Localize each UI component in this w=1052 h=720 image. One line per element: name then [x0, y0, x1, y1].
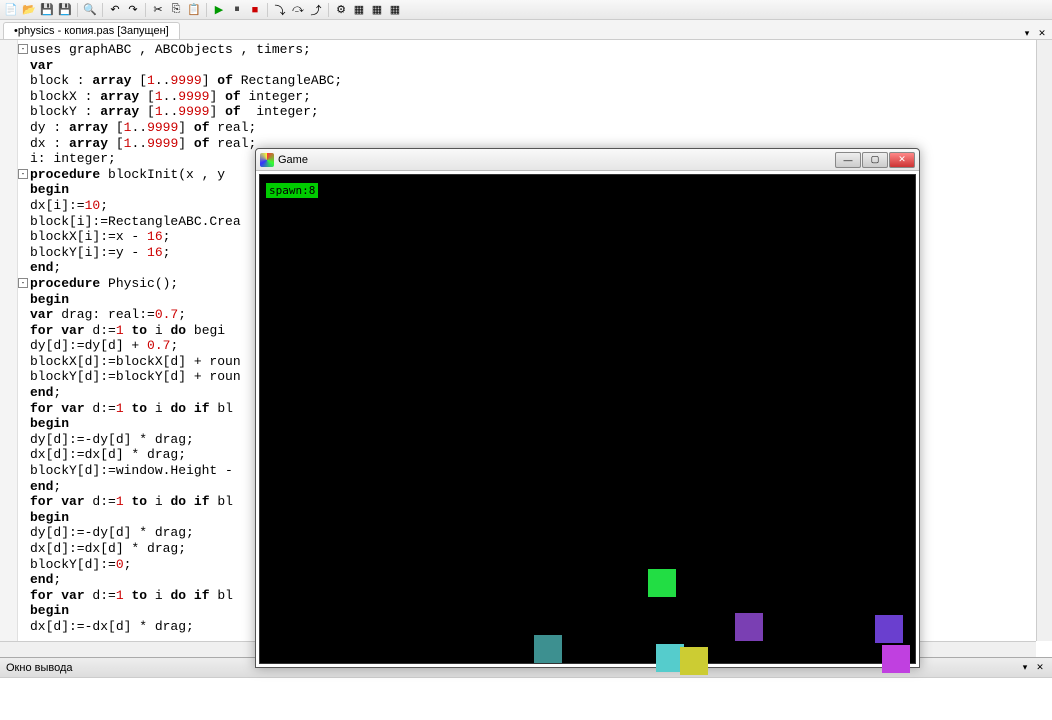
editor-tabbar: •physics - копия.pas [Запущен] ▾ ✕ — [0, 20, 1052, 40]
file-tab[interactable]: •physics - копия.pas [Запущен] — [3, 22, 180, 39]
separator — [267, 3, 268, 17]
game-canvas[interactable]: spawn:8 — [259, 174, 916, 664]
game-block — [680, 647, 708, 675]
game-window[interactable]: Game — ▢ ✕ spawn:8 — [255, 148, 920, 668]
redo-icon[interactable]: ↷ — [125, 2, 141, 18]
maximize-button[interactable]: ▢ — [862, 152, 888, 168]
output-panel-title: Окно вывода — [6, 662, 73, 674]
fold-toggle-icon[interactable]: - — [18, 278, 28, 288]
step-out-icon[interactable]: ⤴ — [308, 2, 324, 18]
vertical-scrollbar[interactable] — [1036, 40, 1052, 641]
output-dropdown-icon[interactable]: ▾ — [1019, 662, 1031, 674]
code-line[interactable]: var — [30, 58, 342, 74]
game-titlebar[interactable]: Game — ▢ ✕ — [256, 149, 919, 171]
separator — [102, 3, 103, 17]
tab-close-icon[interactable]: ✕ — [1036, 27, 1048, 39]
save-all-icon[interactable]: 💾 — [57, 2, 73, 18]
game-app-icon — [260, 153, 274, 167]
code-line[interactable]: blockY : array [1..9999] of integer; — [30, 104, 342, 120]
tab-controls: ▾ ✕ — [1021, 27, 1052, 39]
build-icon[interactable]: ⚙ — [333, 2, 349, 18]
code-line[interactable]: block : array [1..9999] of RectangleABC; — [30, 73, 342, 89]
step-over-icon[interactable]: ⤼ — [290, 2, 306, 18]
debug3-icon[interactable]: ▦ — [387, 2, 403, 18]
window-buttons: — ▢ ✕ — [835, 152, 915, 168]
stop-icon[interactable]: ■ — [247, 2, 263, 18]
close-button[interactable]: ✕ — [889, 152, 915, 168]
game-block — [534, 635, 562, 663]
code-line[interactable]: uses graphABC , ABCObjects , timers; — [30, 42, 342, 58]
run-icon[interactable]: ▶ — [211, 2, 227, 18]
output-controls: ▾ ✕ — [1019, 662, 1046, 674]
open-icon[interactable]: 📂 — [21, 2, 37, 18]
find-icon[interactable]: 🔍 — [82, 2, 98, 18]
copy-icon[interactable]: ⎘ — [168, 2, 184, 18]
paste-icon[interactable]: 📋 — [186, 2, 202, 18]
code-line[interactable]: blockX : array [1..9999] of integer; — [30, 89, 342, 105]
undo-icon[interactable]: ↶ — [107, 2, 123, 18]
minimize-button[interactable]: — — [835, 152, 861, 168]
fold-toggle-icon[interactable]: - — [18, 44, 28, 54]
game-window-title: Game — [278, 154, 308, 166]
separator — [77, 3, 78, 17]
step-into-icon[interactable]: ⤵ — [272, 2, 288, 18]
new-file-icon[interactable]: 📄 — [3, 2, 19, 18]
debug1-icon[interactable]: ▦ — [351, 2, 367, 18]
game-block — [648, 569, 676, 597]
separator — [145, 3, 146, 17]
cut-icon[interactable]: ✂ — [150, 2, 166, 18]
fold-toggle-icon[interactable]: - — [18, 169, 28, 179]
main-toolbar: 📄 📂 💾 💾 🔍 ↶ ↷ ✂ ⎘ 📋 ▶ ⏸ ■ ⤵ ⤼ ⤴ ⚙ ▦ ▦ ▦ — [0, 0, 1052, 20]
pause-icon[interactable]: ⏸ — [229, 2, 245, 18]
separator — [206, 3, 207, 17]
game-block — [875, 615, 903, 643]
tab-dropdown-icon[interactable]: ▾ — [1021, 27, 1033, 39]
code-line[interactable]: dy : array [1..9999] of real; — [30, 120, 342, 136]
editor-gutter — [0, 40, 18, 657]
separator — [328, 3, 329, 17]
game-block — [882, 645, 910, 673]
output-close-icon[interactable]: ✕ — [1034, 662, 1046, 674]
output-panel-body — [0, 677, 1052, 720]
game-block — [735, 613, 763, 641]
spawn-counter: spawn:8 — [266, 183, 318, 198]
save-icon[interactable]: 💾 — [39, 2, 55, 18]
tab-title: •physics - копия.pas [Запущен] — [14, 25, 169, 37]
debug2-icon[interactable]: ▦ — [369, 2, 385, 18]
